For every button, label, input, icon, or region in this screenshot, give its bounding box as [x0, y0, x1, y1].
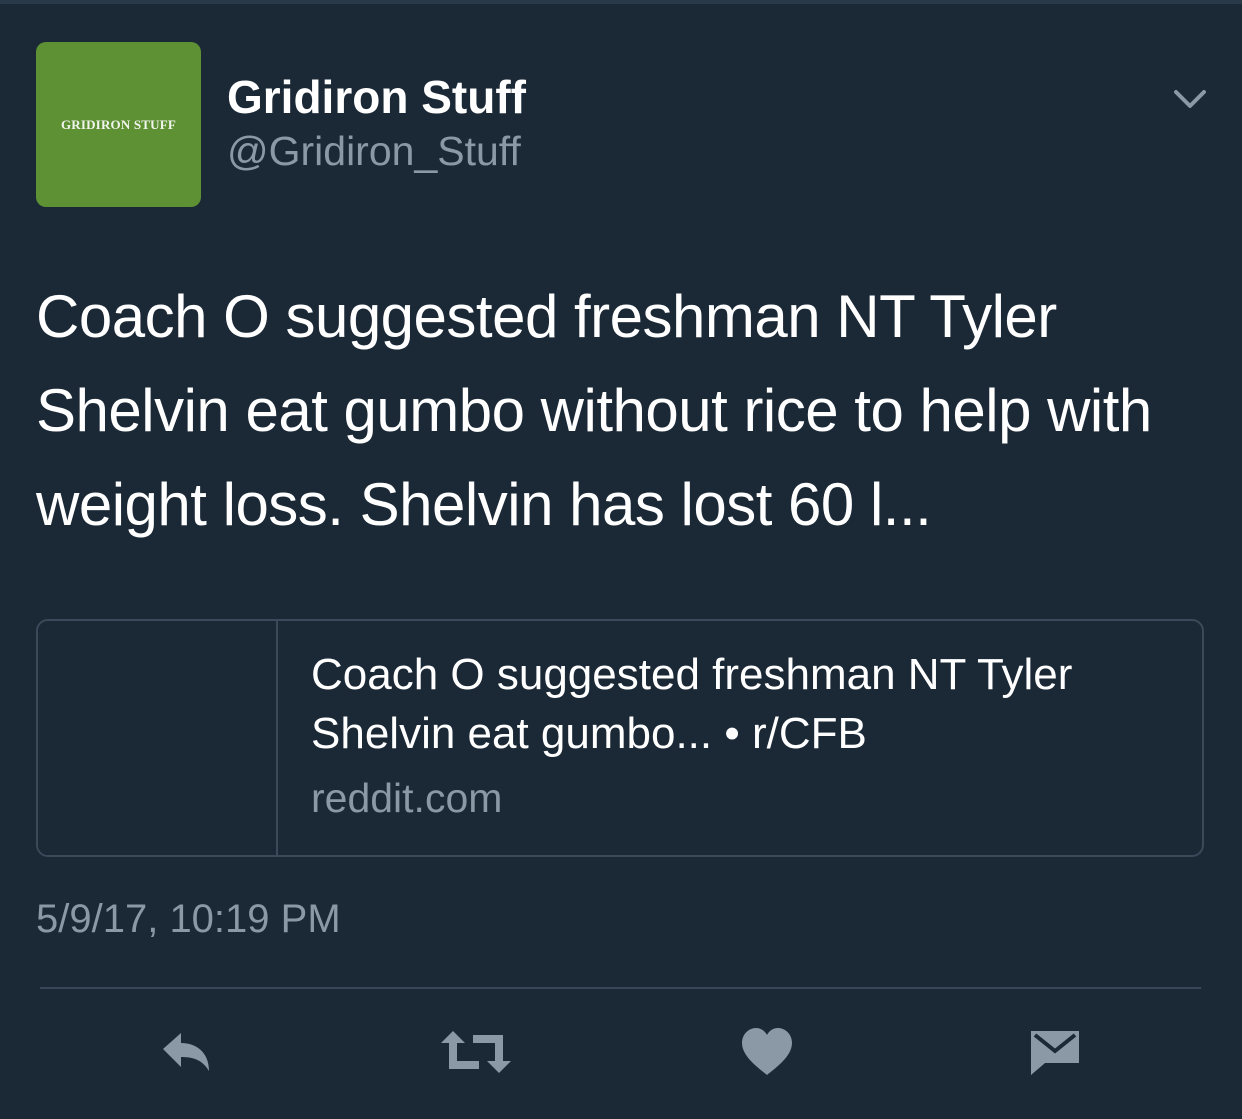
chevron-down-icon[interactable]	[1170, 84, 1210, 114]
direct-message-button[interactable]	[1022, 1022, 1088, 1082]
heart-icon	[742, 1028, 792, 1075]
top-border	[0, 0, 1242, 4]
reply-button[interactable]	[150, 1022, 220, 1082]
tweet-text: Coach O suggested freshman NT Tyler Shel…	[36, 283, 1152, 538]
tweet-timestamp[interactable]: 5/9/17, 10:19 PM	[36, 893, 341, 945]
divider	[40, 987, 1201, 989]
retweet-button[interactable]	[436, 1022, 516, 1082]
display-name[interactable]: Gridiron Stuff	[227, 70, 526, 124]
user-handle[interactable]: @Gridiron_Stuff	[227, 126, 521, 176]
link-card-thumbnail	[38, 621, 278, 855]
envelope-icon	[1031, 1031, 1079, 1075]
link-preview-card[interactable]: Coach O suggested freshman NT Tyler Shel…	[36, 619, 1204, 857]
like-button[interactable]	[734, 1022, 800, 1082]
reply-icon	[163, 1033, 209, 1071]
retweet-icon	[441, 1031, 511, 1073]
link-card-domain: reddit.com	[311, 775, 503, 821]
link-card-title: Coach O suggested freshman NT Tyler Shel…	[311, 650, 1073, 758]
avatar[interactable]: GRIDIRON STUFF	[36, 42, 201, 207]
avatar-logo-text: GRIDIRON STUFF	[60, 116, 177, 132]
